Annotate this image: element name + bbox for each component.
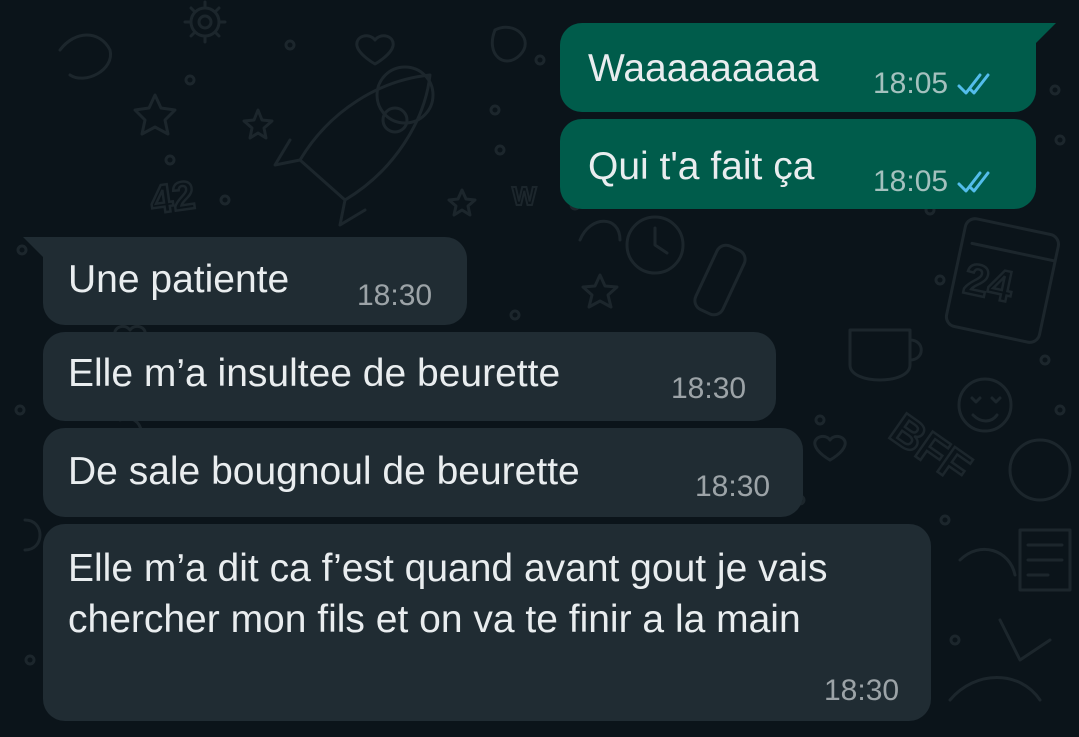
message-text: Elle m’a insultee de beurette <box>68 352 561 395</box>
chat-message-list[interactable]: Waaaaaaaaa 18:05 Qui t'a fait ça 18:05 U… <box>0 0 1079 737</box>
incoming-message[interactable]: De sale bougnoul de beurette 18:30 <box>43 428 803 517</box>
message-time: 18:30 <box>357 279 433 312</box>
message-time: 18:05 <box>873 165 949 198</box>
message-text: Waaaaaaaaa <box>588 47 819 90</box>
message-meta: 18:05 <box>873 67 998 101</box>
message-text: Qui t'a fait ça <box>588 145 815 188</box>
incoming-message[interactable]: Elle m’a dit ca f’est quand avant gout j… <box>43 524 931 721</box>
message-meta: 18:30 <box>357 279 432 313</box>
message-time: 18:30 <box>824 674 900 707</box>
message-meta: 18:30 <box>671 372 746 406</box>
double-check-icon <box>957 73 990 95</box>
message-time: 18:30 <box>695 470 771 503</box>
message-meta: 18:30 <box>824 674 899 708</box>
bubble-tail <box>1034 23 1056 45</box>
incoming-message[interactable]: Elle m’a insultee de beurette 18:30 <box>43 332 776 421</box>
double-check-icon <box>957 171 990 193</box>
message-meta: 18:30 <box>695 470 770 504</box>
message-text: Elle m’a dit ca f’est quand avant gout j… <box>68 547 828 641</box>
outgoing-message[interactable]: Qui t'a fait ça 18:05 <box>560 119 1036 209</box>
message-time: 18:30 <box>671 372 747 405</box>
message-text: De sale bougnoul de beurette <box>68 450 580 493</box>
message-text: Une patiente <box>68 258 290 301</box>
outgoing-message[interactable]: Waaaaaaaaa 18:05 <box>560 23 1056 112</box>
incoming-message[interactable]: Une patiente 18:30 <box>23 237 467 325</box>
message-time: 18:05 <box>873 67 949 100</box>
bubble-tail <box>23 237 45 259</box>
message-meta: 18:05 <box>873 165 998 199</box>
